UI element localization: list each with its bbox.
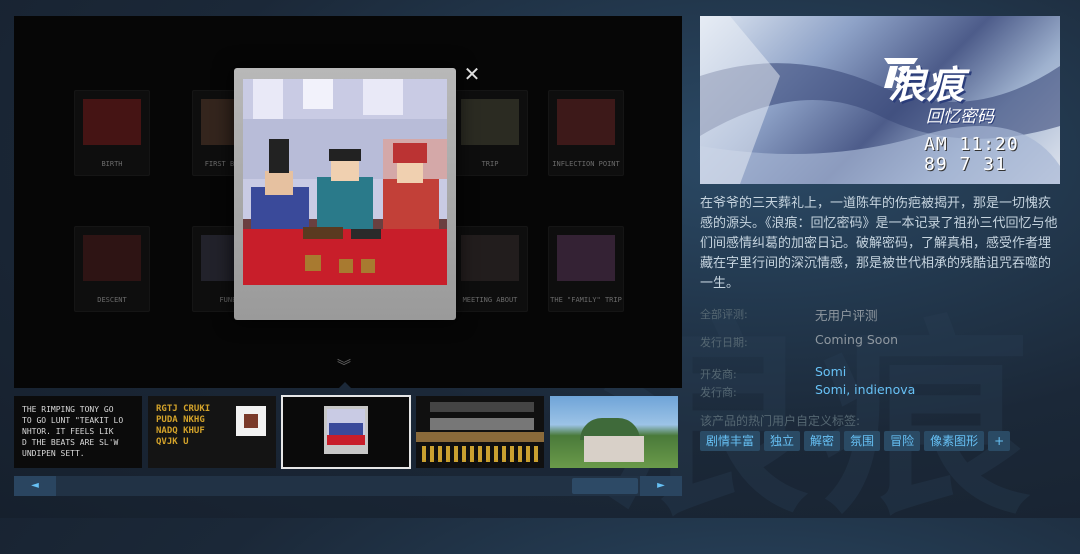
- release-date-value: Coming Soon: [815, 332, 899, 347]
- tile-label: DESCENT: [97, 296, 127, 304]
- developer-label: 开发商:: [700, 368, 737, 381]
- developer-link[interactable]: Somi: [815, 364, 846, 379]
- close-icon[interactable]: ✕: [462, 64, 482, 84]
- thumbnail-2-photo: [236, 406, 266, 436]
- family-photo: [243, 79, 447, 285]
- release-date-label: 发行日期:: [700, 336, 748, 349]
- game-logo-subtitle: 回忆密码: [926, 107, 994, 127]
- tile-descent: DESCENT: [74, 226, 150, 312]
- reviews-value: 无用户评测: [815, 308, 878, 323]
- add-tag-button[interactable]: +: [988, 431, 1011, 451]
- publisher-label: 发行商:: [700, 386, 737, 399]
- tag-adventure[interactable]: 冒险: [884, 431, 921, 451]
- thumbnail-scrollbar[interactable]: ◄ ►: [14, 476, 682, 496]
- thumbnail-2[interactable]: RGTJ CRUKI PUDA NKHG NADQ KHUF QVJK U: [148, 396, 276, 468]
- publisher-link[interactable]: Somi, indienova: [815, 382, 915, 397]
- video-timestamp-date: 89 7 31: [924, 154, 1007, 175]
- tag-puzzle[interactable]: 解密: [804, 431, 841, 451]
- tag-indie[interactable]: 独立: [764, 431, 801, 451]
- game-logo-title: 浪痕: [888, 63, 965, 107]
- media-viewer[interactable]: BIRTH FIRST BIRTHD TRIP INFLECTION POINT…: [14, 16, 682, 388]
- tag-pixel-graphics[interactable]: 像素图形: [924, 431, 985, 451]
- active-thumb-pointer: [333, 382, 357, 394]
- tile-label: BIRTH: [101, 160, 123, 168]
- scroll-right-button[interactable]: ►: [640, 476, 682, 496]
- thumbnail-strip: THE RIMPING TONY GO TO GO LUNT "TEAKIT L…: [14, 395, 682, 470]
- tile-label: MEETING ABOUT: [462, 296, 518, 304]
- thumbnail-4[interactable]: [416, 396, 544, 468]
- tag-atmospheric[interactable]: 氛围: [844, 431, 881, 451]
- video-timestamp-time: AM 11:20: [924, 134, 1019, 155]
- thumbnail-3-photo: [324, 406, 368, 454]
- tile-label: TRIP: [481, 160, 499, 168]
- thumbnail-1[interactable]: THE RIMPING TONY GO TO GO LUNT "TEAKIT L…: [14, 396, 142, 468]
- header-capsule-image: 浪痕 回忆密码 AM 11:20 89 7 31: [700, 16, 1060, 184]
- scroll-handle[interactable]: [572, 478, 638, 494]
- thumbnail-5[interactable]: [550, 396, 678, 468]
- tile-birth: BIRTH: [74, 90, 150, 176]
- thumbnail-3[interactable]: [281, 395, 411, 469]
- family-photo-art: [243, 79, 447, 285]
- photo-frame: [234, 68, 456, 320]
- scroll-left-button[interactable]: ◄: [14, 476, 56, 496]
- tag-list: 剧情丰富 独立 解密 氛围 冒险 像素图形 +: [700, 431, 1011, 451]
- tile-label: THE "FAMILY" TRIP: [550, 296, 622, 304]
- tag-drama[interactable]: 剧情丰富: [700, 431, 761, 451]
- tile-trip: TRIP: [452, 90, 528, 176]
- tile-inflection-point: INFLECTION POINT: [548, 90, 624, 176]
- reviews-label: 全部评测:: [700, 308, 748, 321]
- chevron-down-icon: ︾: [337, 359, 351, 375]
- tags-label: 该产品的热门用户自定义标签:: [700, 414, 861, 428]
- tile-label: INFLECTION POINT: [552, 160, 620, 168]
- tile-meeting: MEETING ABOUT: [452, 226, 528, 312]
- thumbnail-text: THE RIMPING TONY GO TO GO LUNT "TEAKIT L…: [22, 405, 124, 458]
- game-description: 在爷爷的三天葬礼上，一道陈年的伤疤被揭开，那是一切愧疚感的源头。《浪痕：回忆密码…: [700, 196, 1058, 291]
- tile-family-trip: THE "FAMILY" TRIP: [548, 226, 624, 312]
